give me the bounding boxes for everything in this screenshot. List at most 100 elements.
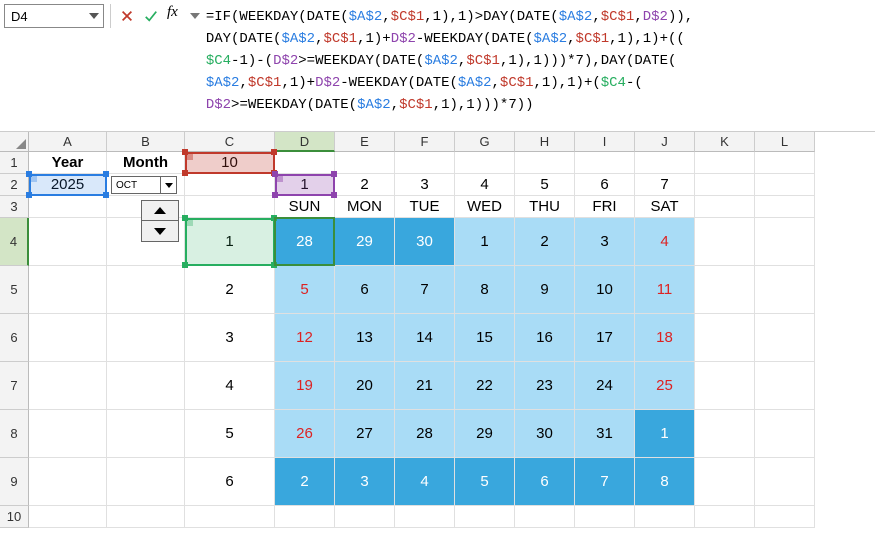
cell-J4[interactable]: 4	[635, 218, 695, 266]
col-header-F[interactable]: F	[395, 132, 455, 152]
name-box-dropdown-icon[interactable]	[89, 13, 99, 19]
cell-E9[interactable]: 3	[335, 458, 395, 506]
spreadsheet-grid[interactable]: ABCDEFGHIJKL 1YearMonth102202512345673SU…	[0, 132, 875, 528]
cell-I2[interactable]: 6	[575, 174, 635, 196]
cell-D4[interactable]: 28	[275, 218, 335, 266]
cell-E3[interactable]: MON	[335, 196, 395, 218]
cell-L2[interactable]	[755, 174, 815, 196]
cell-F6[interactable]: 14	[395, 314, 455, 362]
cell-H5[interactable]: 9	[515, 266, 575, 314]
cell-H1[interactable]	[515, 152, 575, 174]
cell-B1[interactable]: Month	[107, 152, 185, 174]
cell-K10[interactable]	[695, 506, 755, 528]
col-header-L[interactable]: L	[755, 132, 815, 152]
row-header-4[interactable]: 4	[0, 218, 29, 266]
cell-G5[interactable]: 8	[455, 266, 515, 314]
cell-K7[interactable]	[695, 362, 755, 410]
cell-J6[interactable]: 18	[635, 314, 695, 362]
cell-D8[interactable]: 26	[275, 410, 335, 458]
cell-J7[interactable]: 25	[635, 362, 695, 410]
cell-B7[interactable]	[107, 362, 185, 410]
cell-L9[interactable]	[755, 458, 815, 506]
cell-I8[interactable]: 31	[575, 410, 635, 458]
cell-A8[interactable]	[29, 410, 107, 458]
cell-I7[interactable]: 24	[575, 362, 635, 410]
cell-I5[interactable]: 10	[575, 266, 635, 314]
cell-J3[interactable]: SAT	[635, 196, 695, 218]
cell-C2[interactable]	[185, 174, 275, 196]
cell-H3[interactable]: THU	[515, 196, 575, 218]
cell-H4[interactable]: 2	[515, 218, 575, 266]
cell-B8[interactable]	[107, 410, 185, 458]
col-header-C[interactable]: C	[185, 132, 275, 152]
cell-L4[interactable]	[755, 218, 815, 266]
cell-F1[interactable]	[395, 152, 455, 174]
cell-C3[interactable]	[185, 196, 275, 218]
cell-K1[interactable]	[695, 152, 755, 174]
row-header-10[interactable]: 10	[0, 506, 29, 528]
cell-L1[interactable]	[755, 152, 815, 174]
cell-F2[interactable]: 3	[395, 174, 455, 196]
cell-D6[interactable]: 12	[275, 314, 335, 362]
cell-B9[interactable]	[107, 458, 185, 506]
cell-E6[interactable]: 13	[335, 314, 395, 362]
cell-I1[interactable]	[575, 152, 635, 174]
row-header-9[interactable]: 9	[0, 458, 29, 506]
cell-G2[interactable]: 4	[455, 174, 515, 196]
month-spinner[interactable]	[141, 200, 179, 242]
cell-G9[interactable]: 5	[455, 458, 515, 506]
cell-K5[interactable]	[695, 266, 755, 314]
cell-F10[interactable]	[395, 506, 455, 528]
cell-D7[interactable]: 19	[275, 362, 335, 410]
col-header-B[interactable]: B	[107, 132, 185, 152]
cell-L6[interactable]	[755, 314, 815, 362]
cell-K8[interactable]	[695, 410, 755, 458]
cell-J5[interactable]: 11	[635, 266, 695, 314]
cell-J9[interactable]: 8	[635, 458, 695, 506]
cell-K4[interactable]	[695, 218, 755, 266]
cell-G3[interactable]: WED	[455, 196, 515, 218]
cell-C8[interactable]: 5	[185, 410, 275, 458]
cell-J1[interactable]	[635, 152, 695, 174]
cell-L3[interactable]	[755, 196, 815, 218]
cell-G4[interactable]: 1	[455, 218, 515, 266]
cell-D2[interactable]: 1	[275, 174, 335, 196]
row-header-1[interactable]: 1	[0, 152, 29, 174]
row-header-8[interactable]: 8	[0, 410, 29, 458]
col-header-H[interactable]: H	[515, 132, 575, 152]
cancel-icon[interactable]	[117, 6, 137, 26]
cell-B5[interactable]	[107, 266, 185, 314]
cell-J10[interactable]	[635, 506, 695, 528]
col-header-I[interactable]: I	[575, 132, 635, 152]
accept-icon[interactable]	[141, 6, 161, 26]
cell-A3[interactable]	[29, 196, 107, 218]
name-box-input[interactable]	[9, 8, 79, 25]
cell-G1[interactable]	[455, 152, 515, 174]
spinner-down-icon[interactable]	[142, 221, 178, 241]
cell-A7[interactable]	[29, 362, 107, 410]
cell-D9[interactable]: 2	[275, 458, 335, 506]
cell-L8[interactable]	[755, 410, 815, 458]
cell-K2[interactable]	[695, 174, 755, 196]
cell-C5[interactable]: 2	[185, 266, 275, 314]
cell-L7[interactable]	[755, 362, 815, 410]
col-header-A[interactable]: A	[29, 132, 107, 152]
cell-A1[interactable]: Year	[29, 152, 107, 174]
cell-F3[interactable]: TUE	[395, 196, 455, 218]
col-header-D[interactable]: D	[275, 132, 335, 152]
cell-A4[interactable]	[29, 218, 107, 266]
cell-E10[interactable]	[335, 506, 395, 528]
cell-K6[interactable]	[695, 314, 755, 362]
cell-E8[interactable]: 27	[335, 410, 395, 458]
cell-B6[interactable]	[107, 314, 185, 362]
cell-I3[interactable]: FRI	[575, 196, 635, 218]
row-header-2[interactable]: 2	[0, 174, 29, 196]
cell-E1[interactable]	[335, 152, 395, 174]
cell-H9[interactable]: 6	[515, 458, 575, 506]
cell-C1[interactable]: 10	[185, 152, 275, 174]
cell-I4[interactable]: 3	[575, 218, 635, 266]
cell-F5[interactable]: 7	[395, 266, 455, 314]
formula-dropdown-icon[interactable]	[180, 6, 200, 26]
cell-C6[interactable]: 3	[185, 314, 275, 362]
cell-C10[interactable]	[185, 506, 275, 528]
